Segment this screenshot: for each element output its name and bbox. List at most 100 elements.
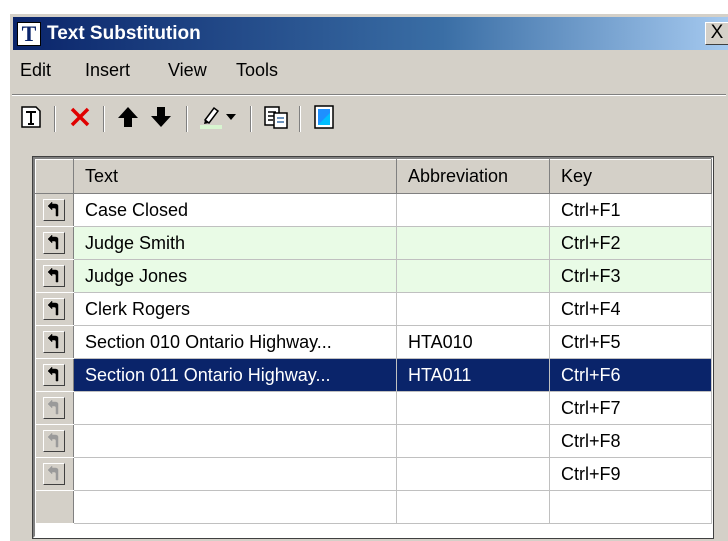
row-header-empty	[35, 490, 74, 524]
key-cell[interactable]: Ctrl+F2	[549, 226, 712, 260]
insert-text-icon	[47, 367, 59, 382]
toolbar-separator	[54, 106, 56, 132]
insert-text-icon	[47, 235, 59, 250]
copy-button[interactable]	[261, 102, 291, 132]
insert-text-icon	[47, 301, 59, 316]
key-cell[interactable]: Ctrl+F1	[549, 193, 712, 227]
row-insert-cell	[35, 358, 74, 392]
table-row[interactable]: Ctrl+F9	[35, 457, 712, 491]
abbreviation-cell[interactable]: HTA011	[396, 358, 550, 392]
key-cell[interactable]: Ctrl+F3	[549, 259, 712, 293]
menu-insert[interactable]: Insert	[83, 60, 132, 81]
key-cell[interactable]: Ctrl+F8	[549, 424, 712, 458]
abbreviation-cell[interactable]	[396, 193, 550, 227]
move-up-button[interactable]	[113, 102, 143, 132]
header-row: Text Abbreviation Key	[35, 159, 712, 194]
key-cell[interactable]: Ctrl+F5	[549, 325, 712, 359]
abbreviation-cell[interactable]	[396, 424, 550, 458]
row-insert-cell	[35, 259, 74, 293]
text-cell[interactable]	[73, 391, 397, 425]
row-insert-cell	[35, 292, 74, 326]
insert-text-icon	[47, 202, 59, 217]
insert-text-icon	[47, 400, 59, 415]
toolbar	[10, 96, 728, 142]
delete-icon	[70, 107, 90, 127]
corner-header[interactable]	[35, 159, 74, 194]
row-insert-cell	[35, 391, 74, 425]
table-row[interactable]: Ctrl+F7	[35, 391, 712, 425]
text-cell[interactable]: Clerk Rogers	[73, 292, 397, 326]
menu-edit[interactable]: Edit	[18, 60, 53, 81]
table-row[interactable]: Judge Jones Ctrl+F3	[35, 259, 712, 293]
highlight-dropdown-button[interactable]	[222, 102, 240, 132]
move-down-button[interactable]	[146, 102, 176, 132]
substitution-grid[interactable]: Text Abbreviation Key Case Closed Ctrl+F1…	[32, 156, 714, 539]
table-row[interactable]: Case Closed Ctrl+F1	[35, 193, 712, 227]
insert-text-icon	[47, 268, 59, 283]
table-row[interactable]: Clerk Rogers Ctrl+F4	[35, 292, 712, 326]
text-cell[interactable]: Section 011 Ontario Highway...	[73, 358, 397, 392]
insert-text-button[interactable]	[43, 298, 66, 321]
toolbar-separator	[186, 106, 188, 132]
table-row[interactable]: Judge Smith Ctrl+F2	[35, 226, 712, 260]
insert-text-button[interactable]	[43, 265, 66, 288]
empty-cell	[549, 490, 712, 524]
abbreviation-cell[interactable]: HTA010	[396, 325, 550, 359]
new-entry-icon	[21, 106, 41, 128]
text-cell[interactable]	[73, 424, 397, 458]
delete-button[interactable]	[65, 102, 95, 132]
insert-text-button[interactable]	[43, 430, 66, 453]
insert-text-button[interactable]	[43, 364, 66, 387]
key-cell[interactable]: Ctrl+F9	[549, 457, 712, 491]
row-insert-cell	[35, 226, 74, 260]
new-entry-button[interactable]	[16, 102, 46, 132]
text-cell[interactable]: Section 010 Ontario Highway...	[73, 325, 397, 359]
insert-text-button[interactable]	[43, 232, 66, 255]
key-cell[interactable]: Ctrl+F4	[549, 292, 712, 326]
empty-cell	[73, 490, 397, 524]
menu-bar: Edit Insert View Tools	[10, 56, 728, 86]
close-button[interactable]: X	[705, 22, 728, 45]
window-title: Text Substitution	[47, 23, 201, 44]
insert-text-button[interactable]	[43, 331, 66, 354]
insert-text-button[interactable]	[43, 199, 66, 222]
move-up-icon	[118, 107, 138, 127]
dropdown-arrow-icon	[226, 114, 236, 120]
insert-text-icon	[47, 466, 59, 481]
row-insert-cell	[35, 424, 74, 458]
column-header-abbreviation[interactable]: Abbreviation	[396, 159, 550, 194]
table-row[interactable]: Section 010 Ontario Highway... HTA010 Ctrl…	[35, 325, 712, 359]
abbreviation-cell[interactable]	[396, 391, 550, 425]
insert-text-icon	[47, 334, 59, 349]
text-substitution-window: T Text Substitution X Edit Insert View T…	[9, 13, 728, 541]
abbreviation-cell[interactable]	[396, 292, 550, 326]
key-cell[interactable]: Ctrl+F6	[549, 358, 712, 392]
title-bar[interactable]: T Text Substitution X	[13, 17, 728, 50]
insert-text-button[interactable]	[43, 397, 66, 420]
abbreviation-cell[interactable]	[396, 226, 550, 260]
properties-icon	[314, 105, 334, 129]
text-cell[interactable]	[73, 457, 397, 491]
properties-button[interactable]	[309, 102, 339, 132]
table-row[interactable]: Section 011 Ontario Highway... HTA011 Ctrl…	[35, 358, 712, 392]
app-t-icon: T	[17, 22, 41, 46]
substitution-table: Text Abbreviation Key Case Closed Ctrl+F1…	[35, 159, 712, 524]
key-cell[interactable]: Ctrl+F7	[549, 391, 712, 425]
menu-view[interactable]: View	[166, 60, 209, 81]
text-cell[interactable]: Judge Smith	[73, 226, 397, 260]
row-insert-cell	[35, 325, 74, 359]
text-cell[interactable]: Judge Jones	[73, 259, 397, 293]
insert-text-button[interactable]	[43, 463, 66, 486]
move-down-icon	[151, 107, 171, 127]
empty-row	[35, 490, 712, 524]
column-header-key[interactable]: Key	[549, 159, 712, 194]
row-insert-cell	[35, 457, 74, 491]
text-cell[interactable]: Case Closed	[73, 193, 397, 227]
abbreviation-cell[interactable]	[396, 457, 550, 491]
table-row[interactable]: Ctrl+F8	[35, 424, 712, 458]
copy-icon	[264, 106, 288, 129]
column-header-text[interactable]: Text	[73, 159, 397, 194]
menu-tools[interactable]: Tools	[234, 60, 280, 81]
abbreviation-cell[interactable]	[396, 259, 550, 293]
row-insert-cell	[35, 193, 74, 227]
